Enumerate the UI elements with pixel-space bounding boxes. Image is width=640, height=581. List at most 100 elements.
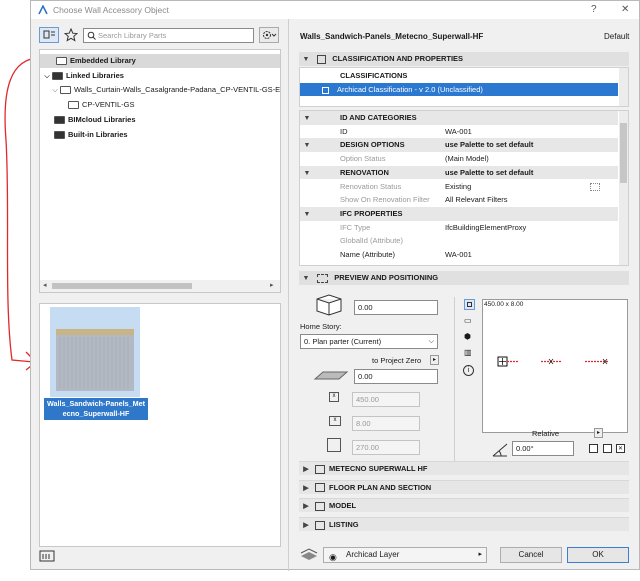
view-3d-button[interactable]: ⬢ <box>464 332 471 341</box>
preview-divider <box>454 297 455 472</box>
height-input[interactable]: 270.00 <box>352 440 420 455</box>
folder-icon <box>68 101 79 110</box>
rotation-angle-input[interactable]: 0.00° <box>512 441 574 456</box>
cancel-button[interactable]: Cancel <box>500 547 562 563</box>
property-row[interactable]: Name (Attribute) WA-001 <box>300 248 618 262</box>
object-thumbnail[interactable] <box>50 307 140 397</box>
home-story-label: Home Story: <box>300 322 342 331</box>
section-classification-header[interactable]: ▼ CLASSIFICATION AND PROPERTIES <box>299 52 629 66</box>
offset-input[interactable]: 0.00 <box>354 369 438 384</box>
relative-toggle[interactable]: ▸ <box>594 428 603 438</box>
property-row[interactable]: ID WA-001 <box>300 125 618 139</box>
tree-item-linked-libraries[interactable]: ⌵ Linked Libraries <box>42 69 124 83</box>
chevron-right-icon: ▶ <box>303 484 309 492</box>
offset-plane-icon <box>313 371 349 380</box>
width-input[interactable]: 450.00 <box>352 392 420 407</box>
reference-level-toggle[interactable]: ▸ <box>430 355 439 365</box>
folder-icon <box>52 72 63 81</box>
settings-gear-button[interactable] <box>259 27 279 43</box>
mirror-y-checkbox[interactable]: ✕ <box>616 444 625 453</box>
elevation-input[interactable]: 0.00 <box>354 300 438 315</box>
property-name: IFC PROPERTIES <box>340 208 403 218</box>
length-icon: x <box>329 416 341 426</box>
property-value: use Palette to set default <box>445 167 534 177</box>
object-preview-canvas: 450.00 x 8.00 <box>482 299 628 433</box>
property-name: Show On Renovation Filter <box>340 195 430 205</box>
library-pane: Search Library Parts Embedded Library ⌵ L… <box>39 23 281 547</box>
properties-scrollbar[interactable] <box>619 111 628 265</box>
layer-icon <box>299 547 319 561</box>
view-elevation-button[interactable]: ▥ <box>464 348 472 357</box>
section-model[interactable]: ▶ MODEL <box>299 498 629 513</box>
library-manager-button[interactable] <box>39 549 57 563</box>
classification-row-selected[interactable]: Archicad Classification - v 2.0 (Unclass… <box>300 83 618 96</box>
property-name: Renovation Status <box>340 181 402 191</box>
help-button[interactable]: ? <box>591 4 597 15</box>
tree-item-bimcloud-libraries[interactable]: BIMcloud Libraries <box>54 113 136 127</box>
tree-item-embedded-library[interactable]: Embedded Library <box>40 54 280 68</box>
tree-item-linked-library-folder[interactable]: ⌵ Walls_Curtain-Walls_Casalgrande-Padana_… <box>50 83 280 97</box>
property-group-header[interactable]: ▼ IFC PROPERTIES <box>300 206 618 221</box>
section-title: LISTING <box>329 520 359 530</box>
section-title: PREVIEW AND POSITIONING <box>334 273 439 282</box>
property-name: Name (Attribute) <box>340 250 396 259</box>
classification-value: Archicad Classification - v 2.0 (Unclass… <box>337 85 483 94</box>
ok-button[interactable]: OK <box>567 547 629 563</box>
section-title: CLASSIFICATION AND PROPERTIES <box>332 54 464 63</box>
view-mode-button[interactable] <box>39 27 59 43</box>
object-preview-list: Walls_Sandwich-Panels_Met ecno_Superwall… <box>39 303 281 547</box>
tree-item-cp-ventil-gs[interactable]: CP-VENTIL-GS <box>68 98 135 112</box>
section-floor-plan-and-section[interactable]: ▶ FLOOR PLAN AND SECTION <box>299 479 629 494</box>
width-icon: x <box>329 392 339 402</box>
library-icon <box>56 57 67 66</box>
section-preview-header[interactable]: ▼ PREVIEW AND POSITIONING <box>299 271 629 285</box>
properties-table: ▼ ID AND CATEGORIES ID WA-001 ▼ DESIGN OPTION… <box>299 110 629 266</box>
tree-item-built-in-libraries[interactable]: Built-in Libraries <box>54 128 128 142</box>
settings-pane: Walls_Sandwich-Panels_Metecno_Superwall-… <box>299 19 639 571</box>
chevron-right-icon: ▶ <box>303 466 309 473</box>
window-title: Choose Wall Accessory Object <box>53 5 169 15</box>
chevron-down-icon: ▼ <box>303 210 311 218</box>
property-group-header[interactable]: ▼ ID AND CATEGORIES <box>300 111 618 125</box>
property-group-header[interactable]: ▼ DESIGN OPTIONS use Palette to set defaul… <box>300 138 618 153</box>
chevron-down-icon: ▼ <box>302 56 310 63</box>
tree-item-label: BIMcloud Libraries <box>68 115 136 124</box>
height-icon <box>327 438 341 452</box>
length-input[interactable]: 8.00 <box>352 416 420 431</box>
checkbox[interactable] <box>322 86 329 94</box>
mirror-off-checkbox[interactable] <box>589 444 598 453</box>
panel-plan-preview <box>497 356 609 367</box>
object-thumbnail-caption[interactable]: Walls_Sandwich-Panels_Met ecno_Superwall… <box>44 398 148 420</box>
view-plan-button[interactable] <box>464 299 475 310</box>
property-value: (Main Model) <box>445 154 489 164</box>
property-group-header[interactable]: ▼ RENOVATION use Palette to set default <box>300 165 618 180</box>
property-row[interactable]: Renovation Status Existing <box>300 180 618 194</box>
classification-scrollbar[interactable] <box>619 68 628 106</box>
chevron-down-icon: ▼ <box>303 142 311 150</box>
property-name: GlobalId (Attribute) <box>340 236 403 246</box>
view-section-button[interactable]: ▭ <box>464 316 472 325</box>
choose-object-dialog: Choose Wall Accessory Object ? ✕ Search … <box>30 0 640 571</box>
mirror-x-checkbox[interactable] <box>603 444 612 453</box>
tree-item-label: Embedded Library <box>70 56 136 65</box>
property-name: Option Status <box>340 154 386 164</box>
gear-icon <box>263 31 277 39</box>
close-button[interactable]: ✕ <box>621 4 629 15</box>
section-listing[interactable]: ▶ LISTING <box>299 517 629 532</box>
property-row[interactable]: GlobalId (Attribute) <box>300 234 618 248</box>
favorites-star-icon[interactable] <box>64 28 78 42</box>
property-row[interactable]: Option Status (Main Model) <box>300 152 618 166</box>
home-story-select[interactable]: 0. Plan parter (Current) ⌵ <box>300 334 438 349</box>
layer-select[interactable]: ◉ Archicad Layer ▸ <box>323 547 487 563</box>
grid-icon <box>590 182 600 191</box>
chevron-down-icon: ⌵ <box>44 73 50 80</box>
info-icon[interactable]: i <box>463 365 474 376</box>
property-row[interactable]: Show On Renovation Filter All Relevant Fi… <box>300 193 618 207</box>
folder-icon <box>54 131 65 140</box>
tree-item-label: Walls_Curtain-Walls_Casalgrande-Padana_C… <box>74 85 280 94</box>
section-metecno-superwall-hf[interactable]: ▶ METECNO SUPERWALL HF <box>299 461 629 475</box>
search-input[interactable]: Search Library Parts <box>83 28 254 43</box>
property-row[interactable]: IFC Type IfcBuildingElementProxy <box>300 221 618 235</box>
property-name: ID <box>340 126 348 136</box>
tree-horizontal-scrollbar[interactable]: ◂ ▸ <box>40 280 280 292</box>
